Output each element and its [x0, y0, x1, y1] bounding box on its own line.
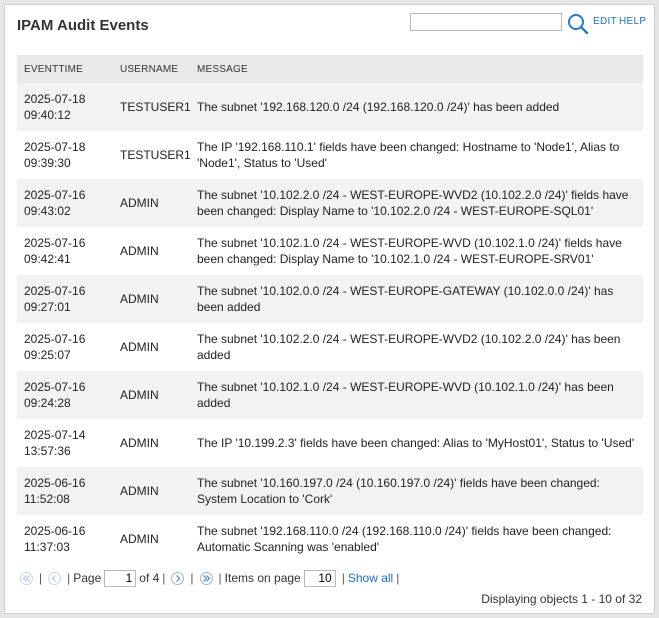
message-cell: The subnet '192.168.110.0 /24 (192.168.1…: [197, 524, 612, 554]
username-cell: ADMIN: [113, 467, 190, 515]
username-cell: TESTUSER1: [113, 83, 191, 131]
event-date: 2025-06-16: [24, 476, 86, 490]
event-time: 09:24:28: [24, 396, 71, 410]
username-cell: ADMIN: [120, 340, 159, 354]
page-label: Page: [73, 571, 102, 585]
audit-events-panel: IPAM Audit Events EDIT HELP EVENTTIME US…: [4, 4, 655, 614]
event-time-cell: 2025-07-14 13:57:36: [17, 419, 113, 467]
event-time: 09:39:30: [24, 156, 71, 170]
separator: |: [39, 571, 43, 585]
event-date: 2025-06-16: [24, 524, 86, 538]
panel-header: IPAM Audit Events EDIT HELP: [5, 5, 654, 47]
username-cell: ADMIN: [113, 371, 190, 419]
message-cell: The IP '10.199.2.3' fields have been cha…: [197, 436, 635, 450]
message-cell: The subnet '192.168.120.0 /24 (192.168.1…: [190, 83, 643, 131]
separator: |: [162, 571, 166, 585]
username-cell: ADMIN: [113, 179, 190, 227]
page-title: IPAM Audit Events: [17, 17, 149, 34]
table-row[interactable]: 2025-07-16 09:25:07 ADMIN The subnet '10.10…: [17, 323, 643, 371]
event-date: 2025-07-18: [24, 92, 86, 106]
message-cell: The subnet '10.102.2.0 /24 - WEST-EUROPE…: [190, 179, 643, 227]
first-page-icon[interactable]: [20, 571, 33, 585]
table-row[interactable]: 2025-06-16 11:37:03 ADMIN The subnet '192.1…: [17, 515, 643, 563]
last-page-icon[interactable]: [199, 571, 213, 585]
table-row[interactable]: 2025-07-18 09:40:12 TESTUSER1 The subnet '1…: [17, 83, 643, 131]
event-time: 11:37:03: [24, 540, 70, 554]
event-date: 2025-07-16: [24, 236, 86, 250]
username-cell: ADMIN: [113, 275, 190, 323]
table-row[interactable]: 2025-07-16 09:24:28 ADMIN The subnet '10.10…: [17, 371, 643, 419]
separator: |: [190, 571, 194, 585]
help-link[interactable]: HELP: [619, 16, 646, 27]
username-cell: TESTUSER1: [120, 148, 191, 162]
table-row[interactable]: 2025-07-16 09:27:01 ADMIN The subnet '10.10…: [17, 275, 643, 323]
event-time: 09:40:12: [24, 108, 71, 122]
event-date: 2025-07-16: [24, 380, 86, 394]
event-date: 2025-07-18: [24, 140, 86, 154]
table-header-row: EVENTTIME USERNAME MESSAGE: [17, 55, 643, 83]
event-date: 2025-07-14: [24, 428, 86, 442]
event-date: 2025-07-16: [24, 284, 86, 298]
events-table: EVENTTIME USERNAME MESSAGE 2025-07-18 09:…: [17, 55, 643, 563]
event-time: 11:52:08: [24, 492, 70, 506]
page-count-label: of 4: [139, 571, 160, 585]
event-time-cell: 2025-07-18 09:40:12: [17, 83, 113, 131]
pagination-bar: | | Page of 4 | | | Items on page | Show…: [17, 568, 637, 588]
table-row[interactable]: 2025-07-16 09:43:02 ADMIN The subnet '10.10…: [17, 179, 643, 227]
event-date: 2025-07-16: [24, 332, 86, 346]
message-cell: The subnet '10.102.0.0 /24 - WEST-EUROPE…: [190, 275, 643, 323]
event-time-cell: 2025-07-16 09:27:01: [17, 275, 113, 323]
event-time-cell: 2025-07-16 09:43:02: [17, 179, 113, 227]
event-time: 09:42:41: [24, 252, 71, 266]
events-table-container: EVENTTIME USERNAME MESSAGE 2025-07-18 09:…: [17, 55, 643, 563]
show-all-link[interactable]: Show all: [348, 571, 393, 585]
message-cell: The IP '192.168.110.1' fields have been …: [197, 140, 620, 170]
prev-page-icon[interactable]: [48, 571, 62, 585]
items-per-page-input[interactable]: [303, 569, 336, 587]
event-time: 13:57:36: [24, 444, 71, 458]
separator: |: [396, 571, 400, 585]
search-icon[interactable]: [566, 12, 590, 36]
table-row[interactable]: 2025-07-16 09:42:41 ADMIN The subnet '10.10…: [17, 227, 643, 275]
message-cell: The subnet '10.102.1.0 /24 - WEST-EUROPE…: [197, 236, 622, 266]
separator: |: [67, 571, 71, 585]
search-input[interactable]: [410, 13, 562, 31]
next-page-icon[interactable]: [171, 571, 185, 585]
event-time-cell: 2025-07-16 09:25:07: [17, 323, 113, 371]
column-header-message[interactable]: MESSAGE: [190, 55, 643, 83]
message-cell: The subnet '10.160.197.0 /24 (10.160.197…: [190, 467, 643, 515]
username-cell: ADMIN: [120, 436, 159, 450]
page-number-input[interactable]: [104, 569, 137, 587]
message-cell: The subnet '10.102.1.0 /24 - WEST-EUROPE…: [190, 371, 643, 419]
event-date: 2025-07-16: [24, 188, 86, 202]
edit-link[interactable]: EDIT: [593, 16, 617, 27]
items-per-page-label: Items on page: [224, 571, 301, 585]
column-header-eventtime[interactable]: EVENTTIME: [17, 55, 113, 83]
username-cell: ADMIN: [120, 532, 159, 546]
separator: |: [218, 571, 222, 585]
event-time-cell: 2025-07-18 09:39:30: [17, 131, 113, 179]
event-time-cell: 2025-06-16 11:52:08: [17, 467, 113, 515]
event-time: 09:43:02: [24, 204, 71, 218]
event-time-cell: 2025-06-16 11:37:03: [17, 515, 113, 563]
event-time-cell: 2025-07-16 09:24:28: [17, 371, 113, 419]
event-time: 09:27:01: [24, 300, 71, 314]
message-cell: The subnet '10.102.2.0 /24 - WEST-EUROPE…: [197, 332, 621, 362]
separator: |: [341, 571, 345, 585]
table-row[interactable]: 2025-07-14 13:57:36 ADMIN The IP '10.199.2.…: [17, 419, 643, 467]
event-time: 09:25:07: [24, 348, 71, 362]
event-time-cell: 2025-07-16 09:42:41: [17, 227, 113, 275]
table-row[interactable]: 2025-06-16 11:52:08 ADMIN The subnet '10.16…: [17, 467, 643, 515]
username-cell: ADMIN: [120, 244, 159, 258]
table-row[interactable]: 2025-07-18 09:39:30 TESTUSER1 The IP '192.1…: [17, 131, 643, 179]
pagination-status: Displaying objects 1 - 10 of 32: [481, 592, 642, 606]
column-header-username[interactable]: USERNAME: [113, 55, 190, 83]
